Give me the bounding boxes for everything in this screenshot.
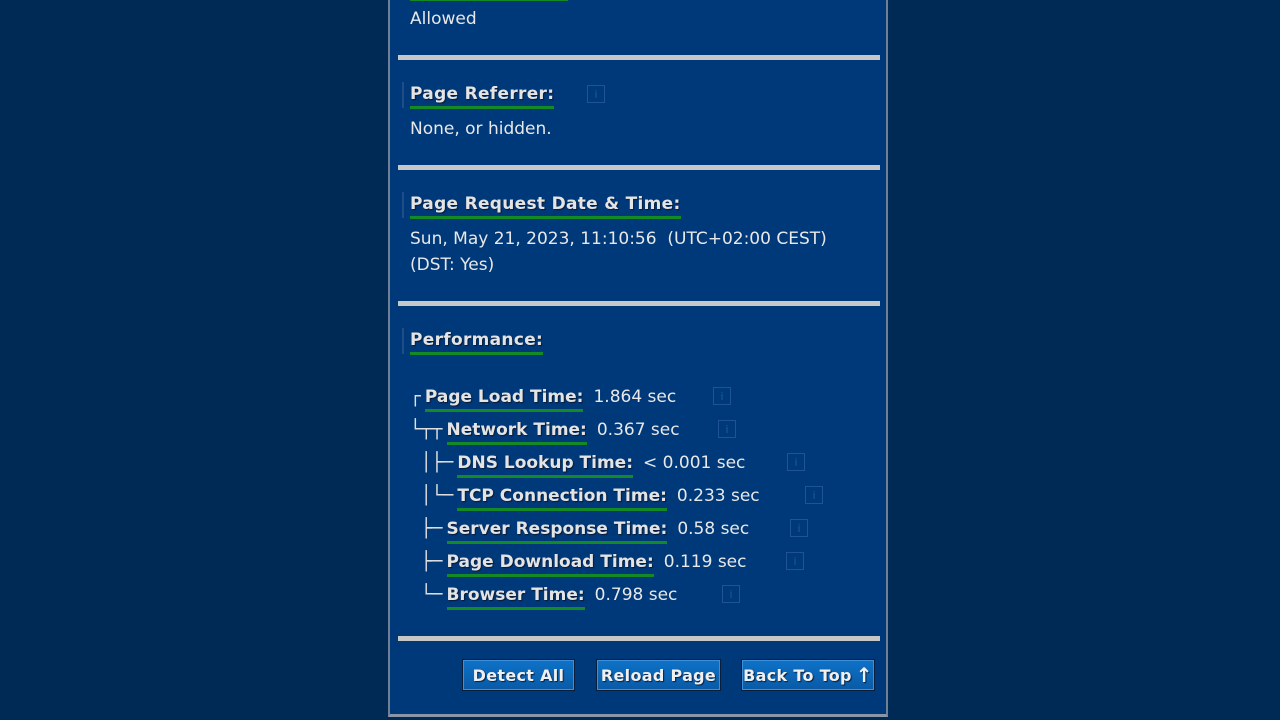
label-underline [424,409,584,412]
request-time-heading: Page Request Date & Time: [402,192,681,219]
network-info-icon[interactable]: i [718,420,736,438]
perf-label: TCP Connection Time: [457,485,667,511]
perf-row-page-load: ┌ Page Load Time: 1.864 sec [410,386,676,412]
perf-row-server-response: ├─ Server Response Time: 0.58 sec [410,518,749,544]
request-time-line1: Sun, May 21, 2023, 11:10:56 (UTC+02:00 C… [410,229,827,249]
previous-value: Allowed [410,9,477,29]
server-response-info-icon[interactable]: i [790,519,808,537]
detect-all-button[interactable]: Detect All [462,659,575,691]
perf-row-dns: │├─ DNS Lookup Time: < 0.001 sec [410,452,745,478]
heading-underline [410,106,555,109]
info-panel: Allowed Page Referrer: i None, or hidden… [388,0,888,717]
dns-info-icon[interactable]: i [787,453,805,471]
tree-connector: │└─ [410,485,454,506]
perf-label-text: Server Response Time: [446,519,668,539]
request-time-line2: (DST: Yes) [410,255,495,275]
perf-label: Browser Time: [446,584,585,610]
referrer-label: Page Referrer: [410,84,555,104]
perf-value: 1.864 sec [593,387,677,407]
heading-underline [410,352,544,355]
reload-page-button[interactable]: Reload Page [596,659,721,691]
perf-label-text: Network Time: [446,420,587,440]
back-to-top-label: Back To Top [743,665,852,685]
tree-connector: ┌ [410,386,421,407]
browser-info-icon[interactable]: i [722,585,740,603]
tree-connector: └┬┬ [410,419,443,440]
divider [398,301,880,306]
divider [398,55,880,60]
label-underline [446,607,585,610]
tree-connector: │├─ [410,452,454,473]
perf-value: 0.798 sec [594,585,678,605]
divider [398,636,880,641]
perf-row-tcp: │└─ TCP Connection Time: 0.233 sec [410,485,760,511]
tree-connector: └─ [410,584,443,605]
arrow-up-icon: ↑ [855,663,873,687]
tree-connector: ├─ [410,518,443,539]
perf-value: 0.119 sec [663,552,747,572]
perf-value: 0.58 sec [677,519,750,539]
label-underline [457,508,667,511]
perf-row-network: └┬┬ Network Time: 0.367 sec [410,419,680,445]
perf-label-text: Page Load Time: [424,387,584,407]
request-time-value: Sun, May 21, 2023, 11:10:56 (UTC+02:00 C… [410,226,827,278]
divider [398,165,880,170]
referrer-value: None, or hidden. [410,119,552,139]
perf-label-text: Page Download Time: [446,552,654,572]
performance-label: Performance: [410,330,544,350]
perf-label-text: TCP Connection Time: [457,486,667,506]
label-underline [446,574,654,577]
back-to-top-button[interactable]: Back To Top ↑ [741,659,875,691]
page-load-info-icon[interactable]: i [713,387,731,405]
perf-label: Page Download Time: [446,551,654,577]
perf-row-browser: └─ Browser Time: 0.798 sec [410,584,677,610]
label-underline [446,541,668,544]
perf-label: Network Time: [446,419,587,445]
request-time-label: Page Request Date & Time: [410,194,681,214]
label-underline [457,475,634,478]
previous-heading-underline [410,0,568,1]
page-download-info-icon[interactable]: i [786,552,804,570]
perf-value: < 0.001 sec [643,453,746,473]
perf-label: Page Load Time: [424,386,584,412]
perf-label: DNS Lookup Time: [457,452,634,478]
performance-heading: Performance: [401,328,544,355]
perf-value: 0.233 sec [676,486,760,506]
label-underline [446,442,587,445]
tree-connector: ├─ [410,551,443,572]
perf-value: 0.367 sec [596,420,680,440]
referrer-info-icon[interactable]: i [587,85,605,103]
perf-label-text: DNS Lookup Time: [457,453,634,473]
heading-underline [410,216,681,219]
perf-label-text: Browser Time: [446,585,585,605]
perf-row-page-download: ├─ Page Download Time: 0.119 sec [410,551,746,577]
tcp-info-icon[interactable]: i [805,486,823,504]
perf-label: Server Response Time: [446,518,668,544]
referrer-heading: Page Referrer: [401,82,555,109]
